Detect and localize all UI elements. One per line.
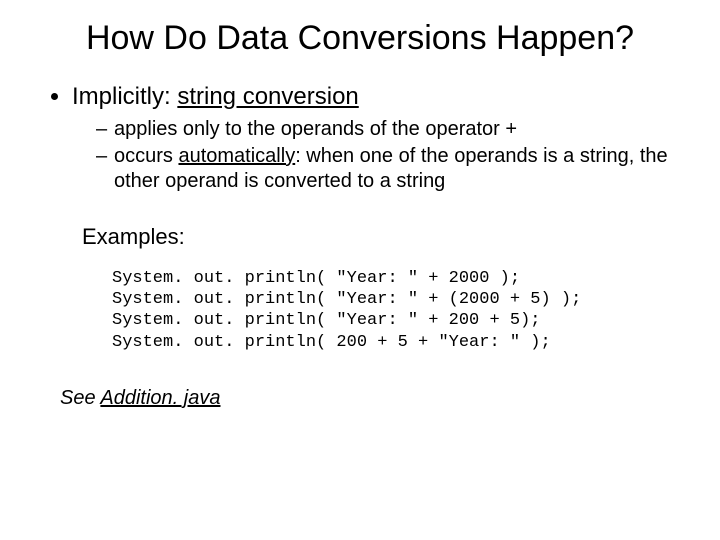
examples-label: Examples: <box>82 224 690 250</box>
sub-bullet-2: occurs automatically: when one of the op… <box>96 144 690 194</box>
code-line-3: System. out. println( "Year: " + 200 + 5… <box>112 310 690 331</box>
code-line-1: System. out. println( "Year: " + 2000 ); <box>112 268 690 289</box>
code-line-4: System. out. println( 200 + 5 + "Year: "… <box>112 332 690 353</box>
sub-bullet-1: applies only to the operands of the oper… <box>96 117 690 142</box>
slide-title: How Do Data Conversions Happen? <box>30 18 690 59</box>
sub2-underline: automatically <box>178 145 295 167</box>
see-pre: See <box>60 387 100 409</box>
sub1-pre: applies only to the operands of the oper… <box>114 118 505 140</box>
slide: How Do Data Conversions Happen? Implicit… <box>0 0 720 410</box>
sub1-op: + <box>505 118 517 140</box>
bullet-list: Implicitly: string conversion applies on… <box>30 83 690 194</box>
code-block: System. out. println( "Year: " + 2000 );… <box>112 268 690 353</box>
sub2-pre: occurs <box>114 145 178 167</box>
sub-bullet-list: applies only to the operands of the oper… <box>72 117 690 194</box>
see-link: Addition. java <box>100 387 220 409</box>
see-line: See Addition. java <box>60 387 690 410</box>
code-line-2: System. out. println( "Year: " + (2000 +… <box>112 289 690 310</box>
bullet-term: string conversion <box>177 83 358 110</box>
bullet-main: Implicitly: string conversion applies on… <box>72 83 690 194</box>
bullet-lead: Implicitly: <box>72 83 177 110</box>
